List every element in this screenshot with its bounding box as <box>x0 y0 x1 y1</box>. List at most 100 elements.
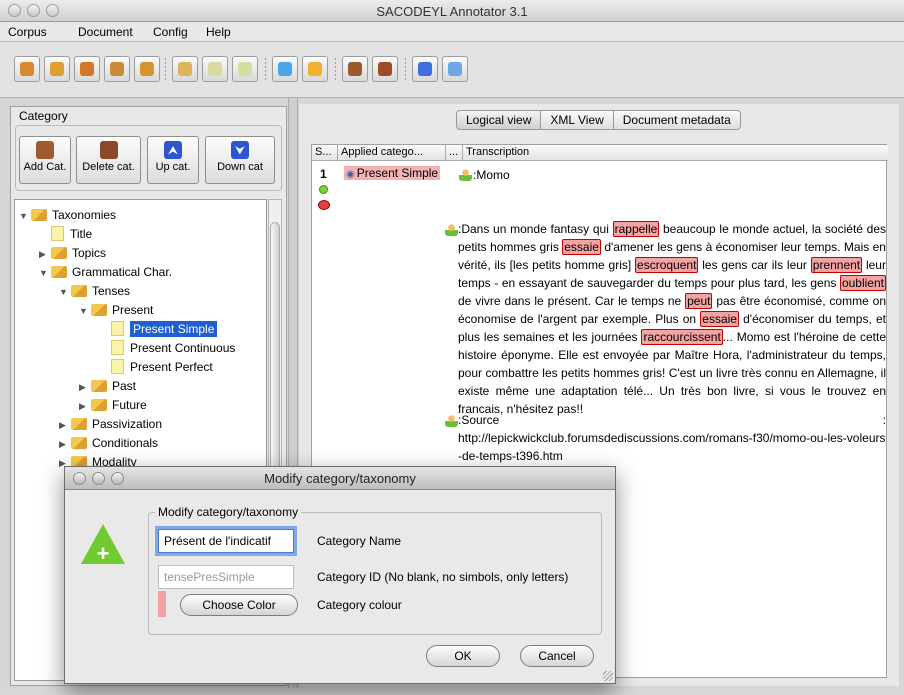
tree-item[interactable]: ▼ Tenses <box>59 282 130 300</box>
ok-button[interactable]: OK <box>426 645 500 667</box>
collapse-arrow-icon[interactable]: ▼ <box>19 207 31 225</box>
expand-arrow-icon[interactable]: ▶ <box>59 416 71 434</box>
import-icon <box>308 62 322 76</box>
tree-item[interactable]: Title <box>39 225 92 243</box>
tree-item-label: Future <box>112 398 147 412</box>
close-corpus-button[interactable] <box>134 56 160 82</box>
cancel-button[interactable]: Cancel <box>520 645 594 667</box>
collapse-arrow-icon[interactable]: ▼ <box>59 283 71 301</box>
dialog-titlebar: Modify category/taxonomy <box>65 467 615 490</box>
toolbar <box>0 42 904 98</box>
add-category-button[interactable]: Add Cat. <box>19 136 71 184</box>
export-corpus-button[interactable] <box>104 56 130 82</box>
edit-document-button[interactable] <box>172 56 198 82</box>
delete-document-button[interactable] <box>202 56 228 82</box>
tree-item[interactable]: ▶ Passivization <box>59 415 162 433</box>
new-corpus-button[interactable] <box>44 56 70 82</box>
annotated-word[interactable]: rappelle <box>612 221 660 237</box>
person-icon <box>459 168 472 181</box>
tree-item-label: Conditionals <box>92 436 159 450</box>
folder-icon <box>71 285 87 297</box>
menu-corpus[interactable]: Corpus <box>8 25 47 39</box>
info-button[interactable] <box>412 56 438 82</box>
edit-document-icon <box>178 62 192 76</box>
speaker-momo: :Momo <box>459 168 510 182</box>
tree-item-label: Past <box>112 379 137 393</box>
collapse-arrow-icon[interactable]: ▼ <box>79 302 91 320</box>
column-header-seq[interactable]: S... <box>312 145 338 161</box>
collapse-arrow-icon[interactable]: ▼ <box>39 264 51 282</box>
export-corpus-icon <box>110 62 124 76</box>
close-corpus-icon <box>140 62 154 76</box>
category-colour-label: Category colour <box>317 598 402 612</box>
tree-item[interactable]: ▼ Taxonomies <box>19 206 116 224</box>
menu-bar: Corpus Document Config Help <box>0 22 904 42</box>
open-corpus-icon <box>20 62 34 76</box>
toolbar-separator <box>335 58 336 82</box>
expand-arrow-icon[interactable]: ▶ <box>79 397 91 415</box>
transcription-text: de vivre dans le présent. Car le temps n… <box>458 294 686 308</box>
tree-scrollbar-thumb[interactable] <box>270 222 280 472</box>
tree-item-label: Present Continuous <box>130 341 236 355</box>
expand-arrow-icon[interactable]: ▶ <box>39 245 51 263</box>
source-block: :Source : http://lepickwickclub.forumsde… <box>458 411 886 465</box>
remove-annotation-button[interactable] <box>372 56 398 82</box>
tree-item[interactable]: ▶ Future <box>79 396 147 414</box>
annotated-word[interactable]: raccourcissent <box>641 329 723 345</box>
category-name-input[interactable] <box>158 529 294 553</box>
tab-logical-view[interactable]: Logical view <box>456 110 542 130</box>
save-corpus-button[interactable] <box>74 56 100 82</box>
annotated-word[interactable]: peut <box>685 293 713 309</box>
tree-item[interactable]: ▶ Conditionals <box>59 434 158 452</box>
menu-document[interactable]: Document <box>78 25 133 39</box>
info-icon <box>418 62 432 76</box>
folder-icon <box>71 418 87 430</box>
tree-item[interactable]: ▶ Topics <box>39 244 106 262</box>
annotated-word[interactable]: essaie <box>700 311 739 327</box>
menu-help[interactable]: Help <box>206 25 231 39</box>
category-id-input[interactable] <box>158 565 294 589</box>
annotated-word[interactable]: escroquent <box>635 257 699 273</box>
expand-arrow-icon[interactable]: ▶ <box>59 435 71 453</box>
annotated-word[interactable]: essaie <box>562 239 601 255</box>
import-button[interactable] <box>302 56 328 82</box>
bottom-status-strip <box>0 688 904 695</box>
add-document-button[interactable] <box>232 56 258 82</box>
delete-category-button[interactable]: Delete cat. <box>76 136 141 184</box>
source-url[interactable]: http://lepickwickclub.forumsdediscussion… <box>458 429 886 465</box>
column-header-speaker[interactable]: ... <box>446 145 463 161</box>
tree-item-label: Present Perfect <box>130 360 213 374</box>
modify-category-group: Modify category/taxonomy Category Name C… <box>148 505 602 635</box>
annotated-word[interactable]: oublient <box>839 275 886 291</box>
applied-category-tag[interactable]: ◉ Present Simple <box>344 166 441 180</box>
choose-color-button[interactable]: Choose Color <box>180 594 298 616</box>
tree-item-label: Passivization <box>92 417 163 431</box>
up-category-button[interactable]: ⮝ Up cat. <box>147 136 199 184</box>
annotate-button[interactable] <box>342 56 368 82</box>
column-header-transcription[interactable]: Transcription <box>463 145 888 161</box>
tree-item[interactable]: Present Perfect <box>99 358 213 376</box>
tab-document-metadata[interactable]: Document metadata <box>613 110 741 130</box>
add-document-icon <box>238 62 252 76</box>
transcription-paragraph[interactable]: :Dans un monde fantasy qui rappelle beau… <box>458 220 886 418</box>
open-corpus-button[interactable] <box>14 56 40 82</box>
tree-item[interactable]: ▼ Grammatical Char. <box>39 263 172 281</box>
tab-xml-view[interactable]: XML View <box>541 110 614 130</box>
category-leaf-icon <box>111 359 124 374</box>
menu-config[interactable]: Config <box>153 25 188 39</box>
annotated-word[interactable]: prennent <box>810 257 863 273</box>
tree-item[interactable]: Present Continuous <box>99 339 235 357</box>
expand-arrow-icon[interactable]: ▶ <box>79 378 91 396</box>
config-button[interactable] <box>272 56 298 82</box>
resize-grip[interactable] <box>603 671 613 681</box>
folder-icon <box>51 266 67 278</box>
tree-item[interactable]: ▼ Present <box>79 301 153 319</box>
tree-item[interactable]: Present Simple <box>99 320 218 338</box>
preview-button[interactable] <box>442 56 468 82</box>
down-category-icon: ⮟ <box>231 141 249 159</box>
down-category-button[interactable]: ⮟ Down cat <box>205 136 275 184</box>
folder-icon <box>91 399 107 411</box>
column-header-applied[interactable]: Applied catego... <box>338 145 446 161</box>
tree-item[interactable]: ▶ Past <box>79 377 136 395</box>
red-pin-icon <box>318 200 330 210</box>
